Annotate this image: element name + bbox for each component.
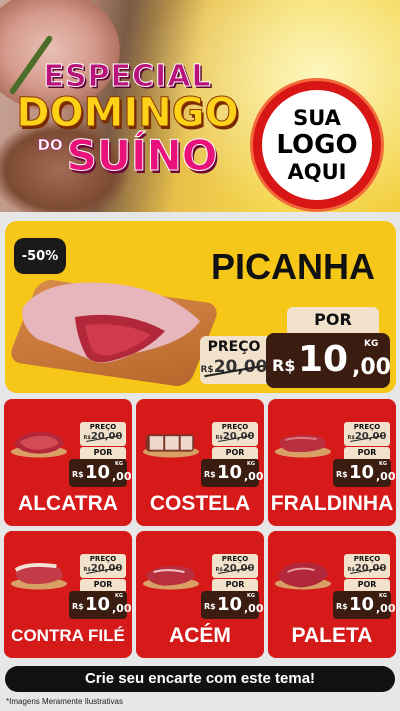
promo-title: ESPECIAL DOMINGO DOSUÍNO xyxy=(10,59,245,197)
price-integer: 10 xyxy=(85,594,111,615)
promo-title-especial: ESPECIAL xyxy=(43,59,212,94)
promo-title-suino: SUÍNO xyxy=(66,131,218,180)
header-banner: ESPECIAL DOMINGO DOSUÍNO SUA LOGO AQUI xyxy=(0,0,400,212)
disclaimer-text: *Imagens Meramente Ilustrativas xyxy=(6,697,123,706)
old-price-box: PREÇOR$20,00 xyxy=(80,554,126,578)
product-name: ALCATRA xyxy=(18,492,118,515)
featured-por-label: POR xyxy=(287,307,379,333)
price-decimal: ,00 xyxy=(244,602,264,615)
logo-placeholder-inner: SUA LOGO AQUI xyxy=(262,90,372,200)
product-name: ACÉM xyxy=(169,624,231,647)
por-label: POR xyxy=(344,579,390,591)
price-tag: R$ 10 KG ,00 xyxy=(333,591,396,619)
cta-banner[interactable]: Crie seu encarte com este tema! xyxy=(5,666,395,692)
product-name: CONTRA FILÉ xyxy=(11,626,125,645)
por-label: POR xyxy=(344,447,390,459)
por-label: POR xyxy=(212,447,258,459)
unit: KG xyxy=(247,461,255,467)
price-integer: 10 xyxy=(217,462,243,483)
product-image xyxy=(142,565,200,590)
logo-text-line1: SUA xyxy=(293,106,341,130)
featured-old-price-box: PREÇO R$20,00 xyxy=(200,336,268,384)
unit: KG xyxy=(115,593,123,599)
price-decimal: ,00 xyxy=(112,602,132,615)
logo-text-line2: LOGO xyxy=(276,130,358,160)
old-price-box: PREÇOR$20,00 xyxy=(344,422,390,446)
product-name: PALETA xyxy=(291,624,373,647)
price-decimal: ,00 xyxy=(376,470,396,483)
promo-title-do: DO xyxy=(37,136,63,155)
old-price-box: PREÇOR$20,00 xyxy=(212,554,258,578)
preco-label: PREÇO xyxy=(353,555,381,563)
currency: R$ xyxy=(72,470,84,479)
product-card: PREÇOR$20,00POR R$10 KG ,00PALETA xyxy=(268,531,396,658)
unit: KG xyxy=(115,461,123,467)
price-tag: R$ 10 KG ,00 xyxy=(333,459,396,487)
currency: R$ xyxy=(204,602,216,611)
preco-label: PREÇO xyxy=(221,423,249,431)
price-tag: R$ 10 KG ,00 xyxy=(201,591,264,619)
preco-label: PREÇO xyxy=(353,423,381,431)
picanha-image xyxy=(22,282,200,363)
por-label: POR xyxy=(80,579,126,591)
old-price-box: PREÇOR$20,00 xyxy=(212,422,258,446)
product-image xyxy=(274,434,332,458)
featured-unit: KG xyxy=(364,339,379,349)
featured-currency: R$ xyxy=(272,356,296,375)
product-image xyxy=(142,434,200,458)
product-name: FRALDINHA xyxy=(270,492,394,515)
por-label: POR xyxy=(212,579,258,591)
product-image xyxy=(10,563,68,590)
price-integer: 10 xyxy=(85,462,111,483)
promo-title-domingo: DOMINGO xyxy=(16,90,239,136)
price-integer: 10 xyxy=(349,462,375,483)
price-tag: R$ 10 KG ,00 xyxy=(201,459,264,487)
featured-price-tag: R$ 10 KG ,00 xyxy=(266,333,391,388)
featured-price-integer: 10 xyxy=(298,339,349,380)
price-integer: 10 xyxy=(217,594,243,615)
currency: R$ xyxy=(336,602,348,611)
currency: R$ xyxy=(72,602,84,611)
product-card: PREÇOR$20,00POR R$10 KG ,00 ACÉM xyxy=(136,531,264,658)
price-tag: R$ 10 KG ,00 xyxy=(69,459,132,487)
product-name: COSTELA xyxy=(149,492,251,515)
logo-placeholder: SUA LOGO AQUI xyxy=(250,78,384,212)
featured-preco-label: PREÇO xyxy=(207,339,261,355)
old-price-box: PREÇOR$20,00 xyxy=(344,554,390,578)
por-label: POR xyxy=(80,447,126,459)
product-card: PREÇOR$20,00POR R$10 KG ,00 ALCATRA xyxy=(4,399,132,526)
unit: KG xyxy=(247,593,255,599)
preco-label: PREÇO xyxy=(89,423,117,431)
featured-product-name: PICANHA xyxy=(210,246,375,287)
price-decimal: ,00 xyxy=(112,470,132,483)
product-card: PREÇOR$20,00POR R$10 KG ,00 COSTELA xyxy=(136,399,264,526)
discount-badge: -50% xyxy=(14,238,66,274)
preco-label: PREÇO xyxy=(221,555,249,563)
featured-price-decimal: ,00 xyxy=(352,355,391,380)
product-card: PREÇOR$20,00POR R$10 KG ,00 CONTRA FILÉ xyxy=(4,531,132,658)
product-card: PREÇOR$20,00POR R$10 KG ,00 FRALDINHA xyxy=(268,399,396,526)
logo-text-line3: AQUI xyxy=(287,160,347,184)
price-integer: 10 xyxy=(349,594,375,615)
product-image xyxy=(10,432,68,458)
currency: R$ xyxy=(336,470,348,479)
product-image xyxy=(274,562,332,590)
preco-label: PREÇO xyxy=(89,555,117,563)
price-decimal: ,00 xyxy=(376,602,396,615)
unit: KG xyxy=(379,593,387,599)
price-tag: R$ 10 KG ,00 xyxy=(69,591,132,619)
unit: KG xyxy=(379,461,387,467)
currency: R$ xyxy=(204,470,216,479)
old-price-box: PREÇOR$20,00 xyxy=(80,422,126,446)
price-decimal: ,00 xyxy=(244,470,264,483)
